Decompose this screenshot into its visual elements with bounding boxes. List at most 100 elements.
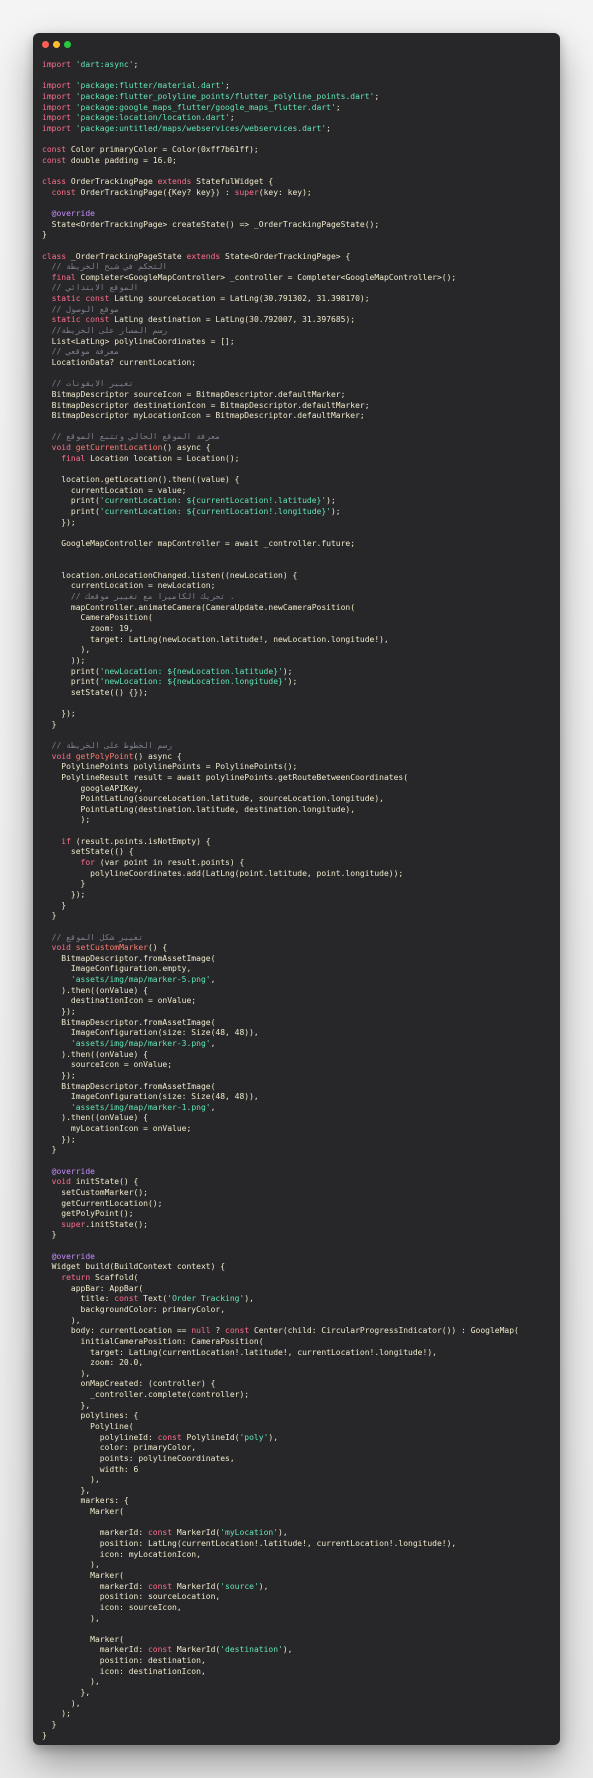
code-token: const xyxy=(51,187,81,197)
code-line: import 'package:google_maps_flutter/goog… xyxy=(42,103,554,114)
code-token: backgroundColor: primaryColor, xyxy=(42,1304,226,1314)
code-line: ), xyxy=(42,1560,554,1571)
code-token: static const xyxy=(51,294,115,304)
code-line: target: LatLng(currentLocation!.latitude… xyxy=(42,1348,554,1359)
code-token: 'dart:async' xyxy=(75,60,134,69)
minimize-dot-icon[interactable] xyxy=(53,41,60,48)
code-line: points: polylineCoordinates, xyxy=(42,1454,554,1465)
code-line: Polyline( xyxy=(42,1422,554,1433)
code-token: StatefulWidget { xyxy=(196,177,274,187)
code-token: // تغيير شكل الموقع xyxy=(42,932,144,942)
code-line: getCurrentLocation(); xyxy=(42,1199,554,1210)
code-line: setState(() {}); xyxy=(42,688,554,699)
code-token: import xyxy=(42,102,76,112)
code-token: MarkerId( xyxy=(176,1528,221,1538)
code-token: onMapCreated: (controller) { xyxy=(42,1379,216,1389)
code-line: const double padding = 16.0; xyxy=(42,156,554,167)
code-token: }); xyxy=(42,1134,76,1144)
code-token: void xyxy=(51,943,76,953)
code-token: 'package:flutter/material.dart' xyxy=(75,81,226,91)
code-token: 'package:google_maps_flutter/google_maps… xyxy=(75,102,336,112)
window-controls xyxy=(42,41,71,51)
code-line: @override xyxy=(42,1252,554,1263)
code-token: , xyxy=(210,1102,216,1112)
code-token: ; xyxy=(229,113,235,123)
code-line: print('currentLocation: ${currentLocatio… xyxy=(42,507,554,518)
code-token: final xyxy=(51,272,81,282)
code-token: sourceIcon = onValue; xyxy=(42,1060,173,1070)
code-token: extends xyxy=(186,251,226,261)
code-token: position: destination, xyxy=(42,1656,206,1666)
maximize-dot-icon[interactable] xyxy=(64,41,71,48)
code-token: GoogleMapController mapController = awai… xyxy=(42,538,356,548)
code-token: polylines: { xyxy=(42,1411,139,1421)
code-token: LatLng sourceLocation = LatLng(30.791302… xyxy=(114,294,370,304)
code-token: }, xyxy=(42,1485,91,1495)
code-token: 'assets/img/map/marker-3.png' xyxy=(70,1038,211,1048)
code-line: // تغيير شكل الموقع xyxy=(42,933,554,944)
code-token: )); xyxy=(42,655,86,665)
code-token: PolylinePoints polylinePoints = Polyline… xyxy=(42,762,298,772)
code-token: 'myLocation' xyxy=(220,1528,279,1538)
code-token: MarkerId( xyxy=(176,1581,221,1591)
code-line: }); xyxy=(42,709,554,720)
code-token: // رسم الخطوط على الخريطة xyxy=(42,741,173,750)
code-line: CameraPosition( xyxy=(42,613,554,624)
code-token: ); xyxy=(42,1709,71,1719)
code-line: print('newLocation: ${newLocation.longit… xyxy=(42,677,554,688)
code-line: icon: sourceIcon, xyxy=(42,1603,554,1614)
code-line: getPolyPoint(); xyxy=(42,1209,554,1220)
code-token: final xyxy=(61,453,91,463)
code-token: googleAPIKey, xyxy=(42,783,144,793)
code-token: @override xyxy=(51,1251,95,1261)
code-line: Marker( xyxy=(42,1571,554,1582)
code-token: Widget build(BuildContext context) { xyxy=(42,1262,226,1272)
close-dot-icon[interactable] xyxy=(42,41,49,48)
code-token: icon: sourceIcon, xyxy=(42,1602,182,1612)
code-token: return xyxy=(61,1273,95,1283)
code-token: OrderTrackingPage xyxy=(70,177,158,187)
code-token: 'newLocation: ${newLocation.latitude}' xyxy=(99,666,283,676)
code-token: } xyxy=(42,1719,57,1729)
code-line: currentLocation = newLocation; xyxy=(42,581,554,592)
code-line: polylines: { xyxy=(42,1411,554,1422)
code-line: body: currentLocation == null ? const Ce… xyxy=(42,1326,554,1337)
code-line: markerId: const MarkerId('source'), xyxy=(42,1582,554,1593)
code-token: // تغيير الايقونات xyxy=(42,379,134,389)
code-token: location.getLocation().then((value) { xyxy=(42,474,240,484)
code-token: print( xyxy=(42,496,100,506)
code-token: } xyxy=(42,1230,57,1240)
code-token: ); xyxy=(287,677,298,687)
code-line: ), xyxy=(42,1316,554,1327)
code-line: } xyxy=(42,911,554,922)
code-token: .initState(); xyxy=(85,1219,148,1229)
code-line: }, xyxy=(42,1486,554,1497)
code-token: 'source' xyxy=(220,1581,259,1591)
code-token: ; xyxy=(335,102,341,112)
code-token: 'newLocation: ${newLocation.longitude}' xyxy=(99,677,288,687)
code-token: setCustomMarker xyxy=(75,943,148,953)
code-line: icon: myLocationIcon, xyxy=(42,1550,554,1561)
code-token: getPolyPoint(); xyxy=(42,1209,134,1219)
code-token: Completer<GoogleMapController> _controll… xyxy=(80,272,457,282)
code-token: ), xyxy=(42,1698,81,1708)
code-token: print( xyxy=(42,677,100,687)
code-line: // معرفة موقعي xyxy=(42,347,554,358)
code-token: setState(() {}); xyxy=(42,687,148,697)
code-line: // تحريك الكاميرا مع تغيير موقعك . xyxy=(42,592,554,603)
code-token: setCustomMarker(); xyxy=(42,1187,148,1197)
code-token: polylineId: xyxy=(42,1432,158,1442)
code-token: getCurrentLocation(); xyxy=(42,1198,163,1208)
